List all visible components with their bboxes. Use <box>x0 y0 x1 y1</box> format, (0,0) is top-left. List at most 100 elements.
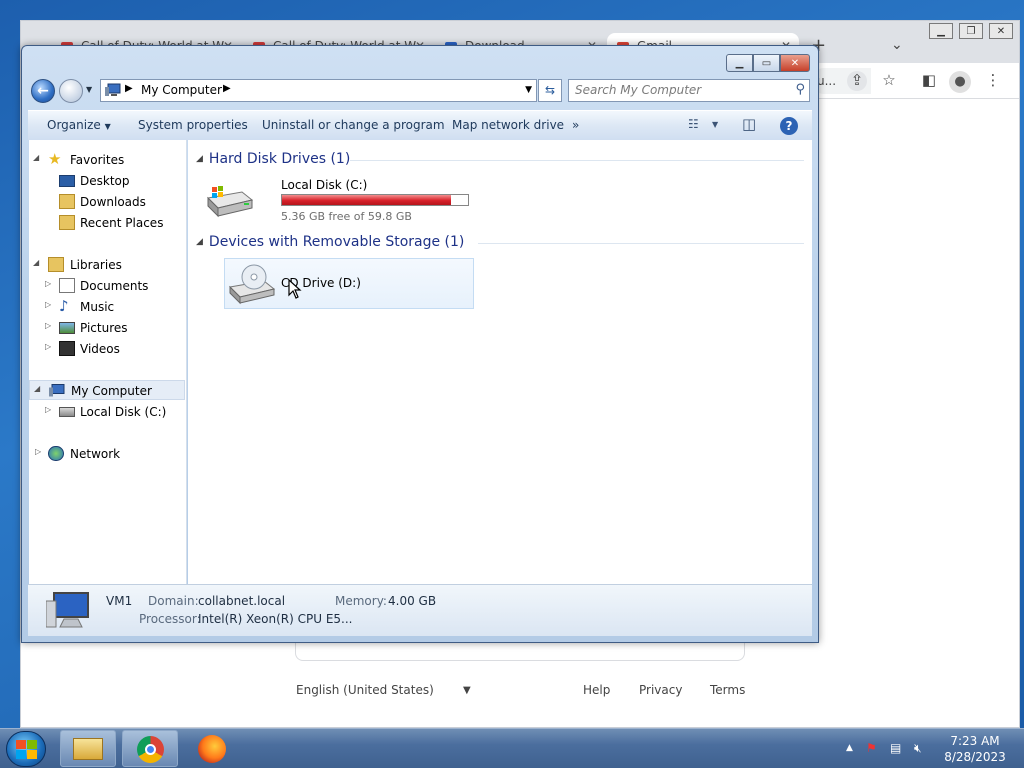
clock-date: 8/28/2023 <box>944 750 1006 764</box>
map-network-drive-button[interactable]: Map network drive <box>452 118 564 132</box>
expand-arrow-icon[interactable]: ▷ <box>45 300 51 309</box>
preview-pane-icon[interactable]: ◫ <box>742 115 756 133</box>
help-icon[interactable]: ? <box>780 117 798 135</box>
nav-item-documents[interactable]: ▷ Documents <box>29 276 185 296</box>
chevron-down-icon: ▼ <box>104 122 111 131</box>
expand-arrow-icon[interactable]: ▷ <box>35 447 41 456</box>
cd-drive-icon <box>228 264 276 305</box>
close-icon[interactable]: ✕ <box>989 23 1013 39</box>
uninstall-program-button[interactable]: Uninstall or change a program <box>262 118 445 132</box>
footer-terms-link[interactable]: Terms <box>710 683 745 697</box>
expand-arrow-icon[interactable]: ▷ <box>45 342 51 351</box>
explorer-window: ▁ ▭ ✕ ← ▼ ▶ My Computer ▶ ▼ ⇆ ⚲ Organize… <box>21 45 819 643</box>
drive-c-free-space: 5.36 GB free of 59.8 GB <box>281 210 412 223</box>
collapse-arrow-icon[interactable]: ◢ <box>196 237 203 247</box>
content-pane: ◢ Hard Disk Drives (1) Local Disk (C:) 5.… <box>188 140 812 584</box>
group-header-removable[interactable]: ◢ Devices with Removable Storage (1) <box>196 234 464 250</box>
nav-label: Favorites <box>70 153 125 167</box>
change-view-icon[interactable]: ☷ <box>688 117 699 135</box>
maximize-icon[interactable]: ▭ <box>753 54 780 72</box>
show-hidden-icons-icon[interactable]: ▲ <box>846 743 853 753</box>
nav-item-pictures[interactable]: ▷ Pictures <box>29 318 185 338</box>
breadcrumb-arrow-icon[interactable]: ▶ <box>125 83 133 94</box>
close-icon[interactable]: ✕ <box>780 54 810 72</box>
memory-value: 4.00 GB <box>388 594 437 608</box>
nav-item-desktop[interactable]: Desktop <box>29 171 185 191</box>
organize-menu[interactable]: Organize ▼ <box>47 118 111 132</box>
computer-name: VM1 <box>106 594 133 608</box>
view-options-dropdown-icon[interactable]: ▼ <box>712 120 718 138</box>
documents-icon <box>59 278 75 293</box>
bookmark-star-icon[interactable]: ☆ <box>879 71 899 91</box>
nav-item-videos[interactable]: ▷ Videos <box>29 339 185 359</box>
group-divider <box>478 243 804 244</box>
minimize-icon[interactable]: ▁ <box>929 23 953 39</box>
nav-favorites[interactable]: ◢ ★ Favorites <box>29 150 185 170</box>
menu-kebab-icon[interactable]: ⋮ <box>983 71 1003 91</box>
taskbar-explorer-button[interactable] <box>60 730 116 767</box>
search-icon[interactable]: ⚲ <box>795 82 805 97</box>
share-icon[interactable]: ⇪ <box>847 71 867 91</box>
system-clock[interactable]: 7:23 AM 8/28/2023 <box>940 733 1010 765</box>
restore-icon[interactable]: ❐ <box>959 23 983 39</box>
language-select[interactable]: English (United States) <box>296 683 434 697</box>
drive-c-usage-fill <box>282 195 452 205</box>
firefox-icon[interactable] <box>198 735 226 763</box>
tab-search-chevron-icon[interactable]: ⌄ <box>891 37 903 53</box>
taskbar-chrome-button[interactable] <box>122 730 178 767</box>
nav-item-downloads[interactable]: Downloads <box>29 192 185 212</box>
group-title: Hard Disk Drives (1) <box>208 151 351 167</box>
profile-avatar-icon[interactable]: ● <box>949 71 971 93</box>
expand-arrow-icon[interactable]: ▷ <box>45 321 51 330</box>
nav-item-recent-places[interactable]: Recent Places <box>29 213 185 233</box>
nav-label: Local Disk (C:) <box>80 405 167 419</box>
back-button[interactable]: ← <box>31 79 55 103</box>
search-input[interactable] <box>569 80 779 100</box>
language-dropdown-icon[interactable]: ▼ <box>463 685 471 696</box>
domain-value: collabnet.local <box>198 594 286 608</box>
system-properties-button[interactable]: System properties <box>138 118 248 132</box>
nav-label: Desktop <box>80 174 130 188</box>
expand-arrow-icon[interactable]: ◢ <box>34 384 40 393</box>
more-commands-button[interactable]: » <box>572 118 579 132</box>
nav-item-music[interactable]: ▷ ♪ Music <box>29 297 185 317</box>
computer-icon <box>105 83 121 96</box>
chrome-window-controls: ▁ ❐ ✕ <box>929 23 1013 39</box>
address-dropdown-icon[interactable]: ▼ <box>525 85 532 95</box>
expand-arrow-icon[interactable]: ▷ <box>45 279 51 288</box>
network-tray-icon[interactable]: ▤ <box>890 741 901 755</box>
side-panel-icon[interactable]: ◧ <box>919 71 939 91</box>
navigation-pane: ◢ ★ Favorites Desktop Downloads Recent P… <box>29 140 187 584</box>
footer-privacy-link[interactable]: Privacy <box>639 683 682 697</box>
footer-help-link[interactable]: Help <box>583 683 610 697</box>
computer-monitor-icon <box>46 592 89 628</box>
breadcrumb-arrow-icon[interactable]: ▶ <box>223 83 231 94</box>
group-header-hard-disks[interactable]: ◢ Hard Disk Drives (1) <box>196 151 350 167</box>
action-center-icon[interactable]: ⚑ <box>866 741 877 755</box>
domain-label: Domain: <box>148 594 199 608</box>
nav-item-local-disk[interactable]: ▷ Local Disk (C:) <box>29 402 185 422</box>
start-button[interactable] <box>6 731 46 767</box>
nav-libraries[interactable]: ◢ Libraries <box>29 255 185 275</box>
refresh-button[interactable]: ⇆ <box>538 79 562 102</box>
expand-arrow-icon[interactable]: ◢ <box>33 258 39 267</box>
breadcrumb-my-computer[interactable]: My Computer <box>141 83 222 97</box>
nav-label: My Computer <box>71 384 152 398</box>
minimize-icon[interactable]: ▁ <box>726 54 753 72</box>
nav-my-computer[interactable]: ◢ My Computer <box>29 380 185 400</box>
expand-arrow-icon[interactable]: ▷ <box>45 405 51 414</box>
search-box[interactable]: ⚲ <box>568 79 810 102</box>
expand-arrow-icon[interactable]: ◢ <box>33 153 39 162</box>
hard-disk-icon <box>59 407 75 417</box>
windows-logo-icon <box>16 740 37 759</box>
collapse-arrow-icon[interactable]: ◢ <box>196 154 203 164</box>
address-bar[interactable]: ▶ My Computer ▶ ▼ <box>100 79 537 102</box>
volume-muted-icon[interactable]: 🔇︎ <box>914 741 922 756</box>
drive-d-item[interactable]: CD Drive (D:) <box>224 258 474 309</box>
processor-label: Processor: <box>139 612 201 626</box>
nav-network[interactable]: ▷ Network <box>29 444 185 464</box>
recent-pages-dropdown-icon[interactable]: ▼ <box>86 85 92 94</box>
folder-icon <box>73 738 103 760</box>
forward-button[interactable] <box>59 79 83 103</box>
taskbar: ▲ ⚑ ▤ 🔇︎ 7:23 AM 8/28/2023 <box>0 728 1024 768</box>
